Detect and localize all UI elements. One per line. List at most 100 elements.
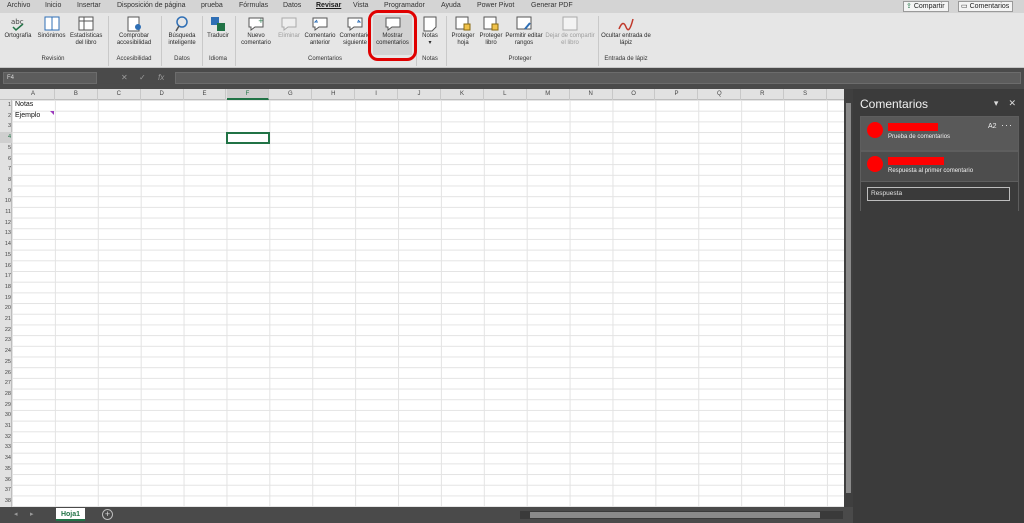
enter-icon[interactable]: ✓ [139, 72, 146, 84]
column-header-d[interactable]: D [141, 89, 184, 100]
column-header-s[interactable]: S [784, 89, 828, 100]
vertical-scroll-thumb[interactable] [846, 103, 851, 493]
row-header[interactable]: 33 [0, 442, 12, 453]
synonyms-button[interactable]: Sinónimos [35, 15, 68, 40]
row-header[interactable]: 14 [0, 239, 12, 250]
comment-thread-reply[interactable]: Respuesta al primer comentario Respuesta [860, 151, 1019, 211]
row-header[interactable]: 9 [0, 186, 12, 197]
column-header-h[interactable]: H [312, 89, 356, 100]
add-sheet-icon[interactable]: + [102, 509, 113, 520]
sheet-tab-hoja1[interactable]: Hoja1 [56, 508, 85, 521]
column-header-l[interactable]: L [484, 89, 527, 100]
protect-workbook-button[interactable]: Proteger libro [478, 15, 504, 47]
row-header[interactable]: 28 [0, 389, 12, 400]
tab-power-pivot[interactable]: Power Pivot [477, 2, 514, 9]
row-header[interactable]: 11 [0, 207, 12, 218]
tab-disposicion[interactable]: Disposición de página [117, 2, 186, 9]
column-header-f[interactable]: F [226, 89, 270, 100]
row-header[interactable]: 31 [0, 421, 12, 432]
function-icon[interactable]: fx [158, 72, 164, 84]
tab-archivo[interactable]: Archivo [7, 2, 30, 9]
selected-cell-f4[interactable] [226, 132, 270, 144]
row-header[interactable]: 30 [0, 410, 12, 421]
column-header-q[interactable]: Q [698, 89, 742, 100]
tab-inicio[interactable]: Inicio [45, 2, 61, 9]
row-header[interactable]: 24 [0, 346, 12, 357]
tab-generar-pdf[interactable]: Generar PDF [531, 2, 573, 9]
row-header[interactable]: 26 [0, 368, 12, 379]
row-header[interactable]: 15 [0, 250, 12, 261]
name-box[interactable]: F4 [3, 72, 97, 84]
tab-formulas[interactable]: Fórmulas [239, 2, 268, 9]
column-header-e[interactable]: E [184, 89, 227, 100]
column-header-p[interactable]: P [656, 89, 699, 100]
formula-input[interactable] [175, 72, 1021, 84]
row-header[interactable]: 34 [0, 453, 12, 464]
row-header[interactable]: 37 [0, 485, 12, 496]
vertical-scrollbar[interactable] [844, 89, 853, 507]
tab-datos[interactable]: Datos [283, 2, 301, 9]
tab-prueba[interactable]: prueba [201, 2, 223, 9]
row-header[interactable]: 7 [0, 164, 12, 175]
tab-insertar[interactable]: Insertar [77, 2, 101, 9]
row-header[interactable]: 19 [0, 293, 12, 304]
translate-button[interactable]: Traducir [204, 15, 232, 40]
cell-area[interactable]: Notas Ejemplo [12, 100, 844, 507]
workbook-stats-button[interactable]: Estadísticas del libro [70, 15, 102, 47]
row-header[interactable]: 18 [0, 282, 12, 293]
tab-programador[interactable]: Programador [384, 2, 425, 9]
row-header[interactable]: 21 [0, 314, 12, 325]
horizontal-scroll-thumb[interactable] [530, 512, 820, 518]
row-header[interactable]: 5 [0, 143, 12, 154]
chevron-down-icon[interactable]: ▾ [994, 98, 999, 108]
scroll-right-icon[interactable]: ▸ [30, 510, 34, 518]
row-header[interactable]: 38 [0, 496, 12, 507]
column-header-k[interactable]: K [441, 89, 484, 100]
spelling-button[interactable]: abc Ortografía [3, 15, 33, 40]
column-header-n[interactable]: N [570, 89, 613, 100]
row-header[interactable]: 25 [0, 357, 12, 368]
row-header[interactable]: 20 [0, 303, 12, 314]
comments-top-button[interactable]: ▭ Comentarios [958, 1, 1014, 12]
column-header-b[interactable]: B [55, 89, 98, 100]
protect-sheet-button[interactable]: Proteger hoja [449, 15, 477, 47]
row-header[interactable]: 1 [0, 100, 12, 111]
row-header[interactable]: 12 [0, 218, 12, 229]
cell-a1[interactable]: Notas [15, 101, 33, 108]
row-header[interactable]: 27 [0, 378, 12, 389]
cancel-icon[interactable]: ✕ [121, 72, 128, 84]
column-header-g[interactable]: G [269, 89, 313, 100]
next-comment-button[interactable]: Comentario siguiente [338, 15, 372, 47]
tab-vista[interactable]: Vista [353, 2, 368, 9]
row-header[interactable]: 2 [0, 111, 12, 122]
scroll-left-icon[interactable]: ◂ [14, 510, 18, 518]
horizontal-scrollbar[interactable] [520, 511, 843, 519]
check-accessibility-button[interactable]: Comprobar accesibilidad [111, 15, 157, 47]
row-header[interactable]: 3 [0, 121, 12, 132]
column-header-i[interactable]: I [355, 89, 399, 100]
row-header[interactable]: 13 [0, 228, 12, 239]
row-header[interactable]: 17 [0, 271, 12, 282]
more-options-icon[interactable]: ··· [1001, 120, 1013, 130]
comment-thread-first[interactable]: A2 ··· Prueba de comentarios [860, 116, 1019, 151]
spreadsheet-grid[interactable]: ABCDEFGHIJKLMNOPQRS 1 2 3 4 5 6 7 8 9 10 11 12 13 14 1… [0, 89, 844, 507]
row-header[interactable]: 6 [0, 154, 12, 165]
reply-input[interactable]: Respuesta [867, 187, 1010, 201]
column-header-o[interactable]: O [613, 89, 656, 100]
new-comment-button[interactable]: + Nuevo comentario [238, 15, 274, 47]
row-header[interactable]: 36 [0, 475, 12, 486]
column-header-r[interactable]: R [741, 89, 785, 100]
row-header[interactable]: 4 [0, 132, 12, 143]
column-header-a[interactable]: A [12, 89, 55, 100]
unshare-workbook-button[interactable]: Dejar de compartir el libro [545, 15, 595, 47]
tab-ayuda[interactable]: Ayuda [441, 2, 461, 9]
column-header-j[interactable]: J [398, 89, 441, 100]
row-header[interactable]: 10 [0, 196, 12, 207]
delete-comment-button[interactable]: Eliminar [275, 15, 303, 40]
row-header[interactable]: 22 [0, 325, 12, 336]
row-header[interactable]: 32 [0, 432, 12, 443]
allow-edit-ranges-button[interactable]: Permitir editar rangos [504, 15, 544, 47]
tab-revisar[interactable]: Revisar [316, 2, 341, 9]
close-icon[interactable]: ✕ [1008, 98, 1016, 108]
share-button[interactable]: ⇪ Compartir [903, 1, 949, 12]
